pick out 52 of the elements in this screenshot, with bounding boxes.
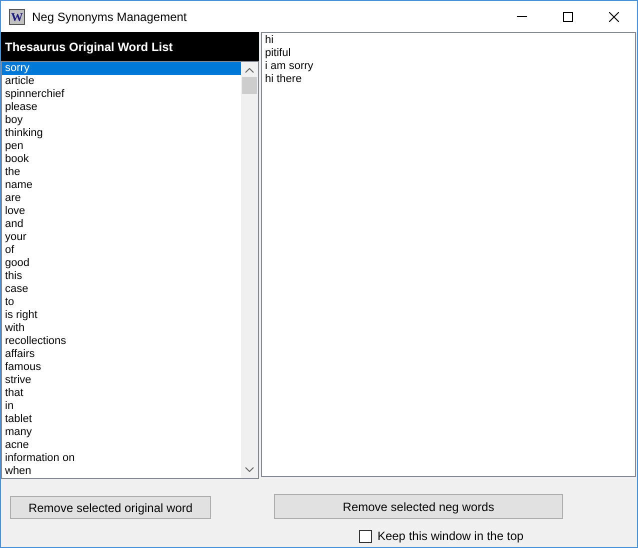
list-item[interactable]: sorry bbox=[2, 62, 241, 75]
list-item[interactable]: famous bbox=[2, 361, 241, 374]
list-item[interactable]: tablet bbox=[2, 413, 241, 426]
list-item[interactable]: spinnerchief bbox=[2, 88, 241, 101]
list-item[interactable]: acne bbox=[2, 439, 241, 452]
list-item[interactable]: in bbox=[2, 400, 241, 413]
list-item[interactable]: strive bbox=[2, 374, 241, 387]
list-item[interactable]: to bbox=[2, 296, 241, 309]
list-item[interactable]: name bbox=[2, 179, 241, 192]
list-item[interactable]: when bbox=[2, 465, 241, 478]
maximize-icon bbox=[563, 12, 573, 22]
scroll-thumb[interactable] bbox=[242, 77, 257, 94]
list-item[interactable]: recollections bbox=[2, 335, 241, 348]
neg-word-list[interactable]: hi pitiful i am sorry hi there bbox=[261, 32, 636, 477]
remove-neg-button[interactable]: Remove selected neg words bbox=[274, 494, 563, 519]
list-item[interactable]: please bbox=[2, 101, 241, 114]
list-item[interactable]: article bbox=[2, 75, 241, 88]
list-item[interactable]: hi there bbox=[262, 73, 635, 86]
scroll-down-icon bbox=[245, 467, 254, 472]
list-item[interactable]: hi bbox=[262, 34, 635, 47]
list-item[interactable]: the bbox=[2, 166, 241, 179]
list-item[interactable]: that bbox=[2, 387, 241, 400]
checkbox-label[interactable]: Keep this window in the top bbox=[377, 527, 524, 545]
scrollbar[interactable] bbox=[241, 62, 258, 478]
list-item[interactable]: with bbox=[2, 322, 241, 335]
list-item[interactable]: pitiful bbox=[262, 47, 635, 60]
list-item[interactable]: pen bbox=[2, 140, 241, 153]
checkbox[interactable] bbox=[359, 530, 372, 542]
list-item[interactable]: is right bbox=[2, 309, 241, 322]
list-item[interactable]: affairs bbox=[2, 348, 241, 361]
list-item[interactable]: i am sorry bbox=[262, 60, 635, 73]
list-item[interactable]: information on bbox=[2, 452, 241, 465]
list-header: Thesaurus Original Word List bbox=[1, 32, 259, 61]
list-item[interactable]: case bbox=[2, 283, 241, 296]
list-item[interactable]: this bbox=[2, 270, 241, 283]
list-item[interactable]: love bbox=[2, 205, 241, 218]
minimize-icon bbox=[517, 16, 527, 17]
list-item[interactable]: thinking bbox=[2, 127, 241, 140]
list-item[interactable]: and bbox=[2, 218, 241, 231]
list-item[interactable]: your bbox=[2, 231, 241, 244]
list-item[interactable]: of bbox=[2, 244, 241, 257]
window-title: Neg Synonyms Management bbox=[32, 8, 187, 26]
list-item[interactable]: book bbox=[2, 153, 241, 166]
list-item[interactable]: many bbox=[2, 426, 241, 439]
scroll-up-icon bbox=[245, 68, 254, 73]
app-icon: W bbox=[9, 8, 25, 24]
word-list[interactable]: sorry article spinnerchief please boy thinking pen book the name are love and your of good this case to is right with recollections affairs famous strive that in tablet many acne information on when bbox=[1, 61, 259, 479]
list-item[interactable]: good bbox=[2, 257, 241, 270]
close-icon bbox=[609, 12, 619, 22]
remove-original-button[interactable]: Remove selected original word bbox=[10, 496, 211, 519]
list-item[interactable]: boy bbox=[2, 114, 241, 127]
list-item[interactable]: are bbox=[2, 192, 241, 205]
